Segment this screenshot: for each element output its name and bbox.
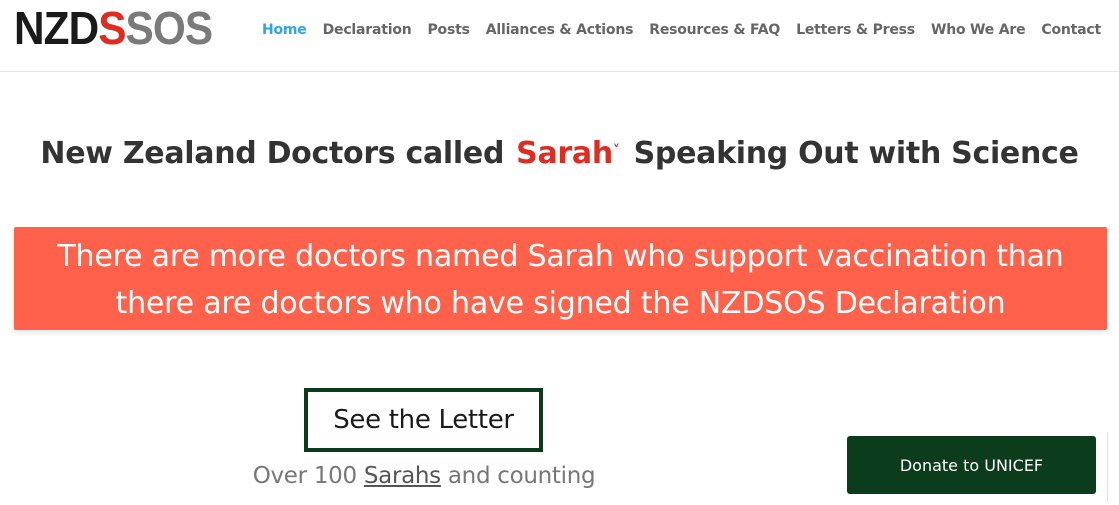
page-headline: New Zealand Doctors called Sarah˅ Speaking… <box>0 136 1119 171</box>
banner-line-2: there are doctors who have signed the NZ… <box>115 286 1006 321</box>
nav-item-resources-faq[interactable]: Resources & FAQ <box>649 22 780 38</box>
site-logo[interactable]: NZDSSOS <box>14 5 213 51</box>
see-the-letter-button[interactable]: See the Letter <box>304 388 543 452</box>
chevron-down-icon: ˅ <box>612 143 620 159</box>
nav-item-letters-press[interactable]: Letters & Press <box>796 22 915 38</box>
sarahs-counter-text: Over 100 Sarahs and counting <box>224 463 624 489</box>
logo-part-sos: SOS <box>125 2 214 54</box>
logo-part-s: S <box>98 2 126 54</box>
banner-line-1: There are more doctors named Sarah who s… <box>57 239 1064 274</box>
nav-item-who-we-are[interactable]: Who We Are <box>931 22 1026 38</box>
donate-to-unicef-button[interactable]: Donate to UNICEF <box>847 436 1096 494</box>
nav-item-declaration[interactable]: Declaration <box>323 22 412 38</box>
headline-prefix: New Zealand Doctors called <box>40 136 505 171</box>
nav-item-posts[interactable]: Posts <box>428 22 470 38</box>
site-header: NZDSSOS Home Declaration Posts Alliances… <box>0 0 1119 72</box>
headline-suffix: Speaking Out with Science <box>633 136 1079 171</box>
highlight-banner: There are more doctors named Sarah who s… <box>14 227 1107 330</box>
sarahs-link[interactable]: Sarahs <box>364 463 441 489</box>
logo-part-nzd: NZD <box>14 2 99 54</box>
headline-rotating-name: Sarah <box>516 136 613 171</box>
divider <box>1107 432 1108 502</box>
nav-item-alliances-actions[interactable]: Alliances & Actions <box>486 22 634 38</box>
counter-prefix: Over 100 <box>252 463 364 489</box>
nav-item-contact[interactable]: Contact <box>1041 22 1101 38</box>
main-nav: Home Declaration Posts Alliances & Actio… <box>262 22 1101 38</box>
nav-item-home[interactable]: Home <box>262 22 307 38</box>
counter-suffix: and counting <box>440 463 596 489</box>
